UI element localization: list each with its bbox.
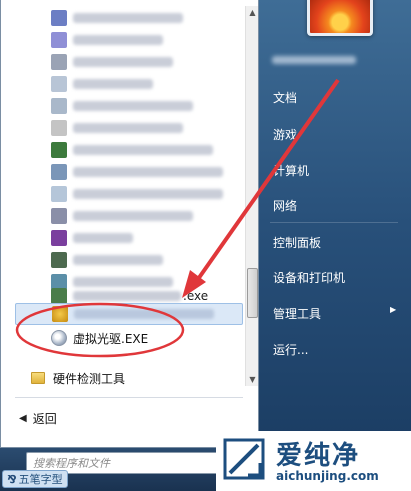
list-item[interactable]	[15, 249, 243, 271]
menu-separator	[270, 222, 398, 223]
list-item[interactable]	[15, 161, 243, 183]
program-icon	[51, 98, 67, 114]
program-icon	[51, 76, 67, 92]
menu-admin-tools[interactable]: 管理工具	[273, 305, 321, 322]
program-icon	[51, 186, 67, 202]
list-item[interactable]	[15, 73, 243, 95]
virtual-drive-item[interactable]: 虚拟光驱.EXE	[51, 327, 148, 349]
scrollbar[interactable]: ▲ ▼	[245, 6, 258, 386]
program-icon	[51, 10, 67, 26]
list-item[interactable]	[15, 29, 243, 51]
program-icon	[51, 208, 67, 224]
watermark-en: aichunjing.com	[276, 469, 379, 483]
program-icon	[51, 230, 67, 246]
watermark-cn: 爱纯净	[276, 441, 361, 471]
program-label: .exe	[183, 289, 209, 303]
list-item[interactable]	[15, 7, 243, 29]
ime-indicator[interactable]: ⅋ 五笔字型	[2, 470, 68, 488]
list-item[interactable]	[15, 205, 243, 227]
program-icon	[51, 32, 67, 48]
watermark-logo: 爱纯净 aichunjing.com	[216, 431, 411, 491]
back-arrow-icon: ◀	[19, 413, 27, 424]
list-item[interactable]	[15, 183, 243, 205]
program-icon	[52, 306, 68, 322]
program-icon	[51, 252, 67, 268]
list-item-highlighted[interactable]	[15, 303, 243, 325]
program-icon	[51, 288, 67, 304]
folder-hardware-tools[interactable]: 硬件检测工具	[31, 367, 125, 389]
program-icon	[51, 120, 67, 136]
divider	[15, 397, 243, 398]
list-item[interactable]	[15, 139, 243, 161]
program-icon	[51, 54, 67, 70]
logo-icon	[223, 438, 265, 480]
programs-pane: .exe 虚拟光驱.EXE 硬件检测工具 ▲ ▼ ◀ 返回	[0, 0, 259, 448]
scroll-thumb[interactable]	[247, 268, 258, 318]
ime-label: 五笔字型	[18, 473, 63, 486]
scroll-up-icon[interactable]: ▲	[246, 6, 259, 19]
user-avatar[interactable]	[307, 0, 373, 36]
list-item[interactable]	[15, 227, 243, 249]
menu-network[interactable]: 网络	[273, 197, 297, 214]
menu-run[interactable]: 运行...	[273, 341, 308, 358]
list-item[interactable]	[15, 95, 243, 117]
scroll-down-icon[interactable]: ▼	[246, 373, 259, 386]
menu-documents[interactable]: 文档	[273, 89, 297, 106]
back-label: 返回	[32, 412, 57, 426]
disc-icon	[51, 330, 67, 346]
virtual-drive-label: 虚拟光驱.EXE	[73, 331, 149, 346]
folder-label: 硬件检测工具	[53, 371, 126, 386]
chevron-right-icon: ▶	[390, 305, 397, 314]
program-icon	[51, 164, 67, 180]
folder-icon	[31, 372, 45, 384]
menu-games[interactable]: 游戏	[273, 126, 297, 143]
menu-control-panel[interactable]: 控制面板	[273, 234, 321, 251]
list-item[interactable]	[15, 51, 243, 73]
menu-devices-printers[interactable]: 设备和打印机	[273, 269, 345, 286]
start-menu-right-pane	[259, 0, 411, 448]
program-icon	[51, 142, 67, 158]
ime-icon: ⅋	[7, 472, 17, 486]
list-item[interactable]	[15, 117, 243, 139]
username[interactable]	[272, 56, 356, 64]
menu-computer[interactable]: 计算机	[273, 162, 309, 179]
back-button[interactable]: ◀ 返回	[19, 410, 57, 427]
